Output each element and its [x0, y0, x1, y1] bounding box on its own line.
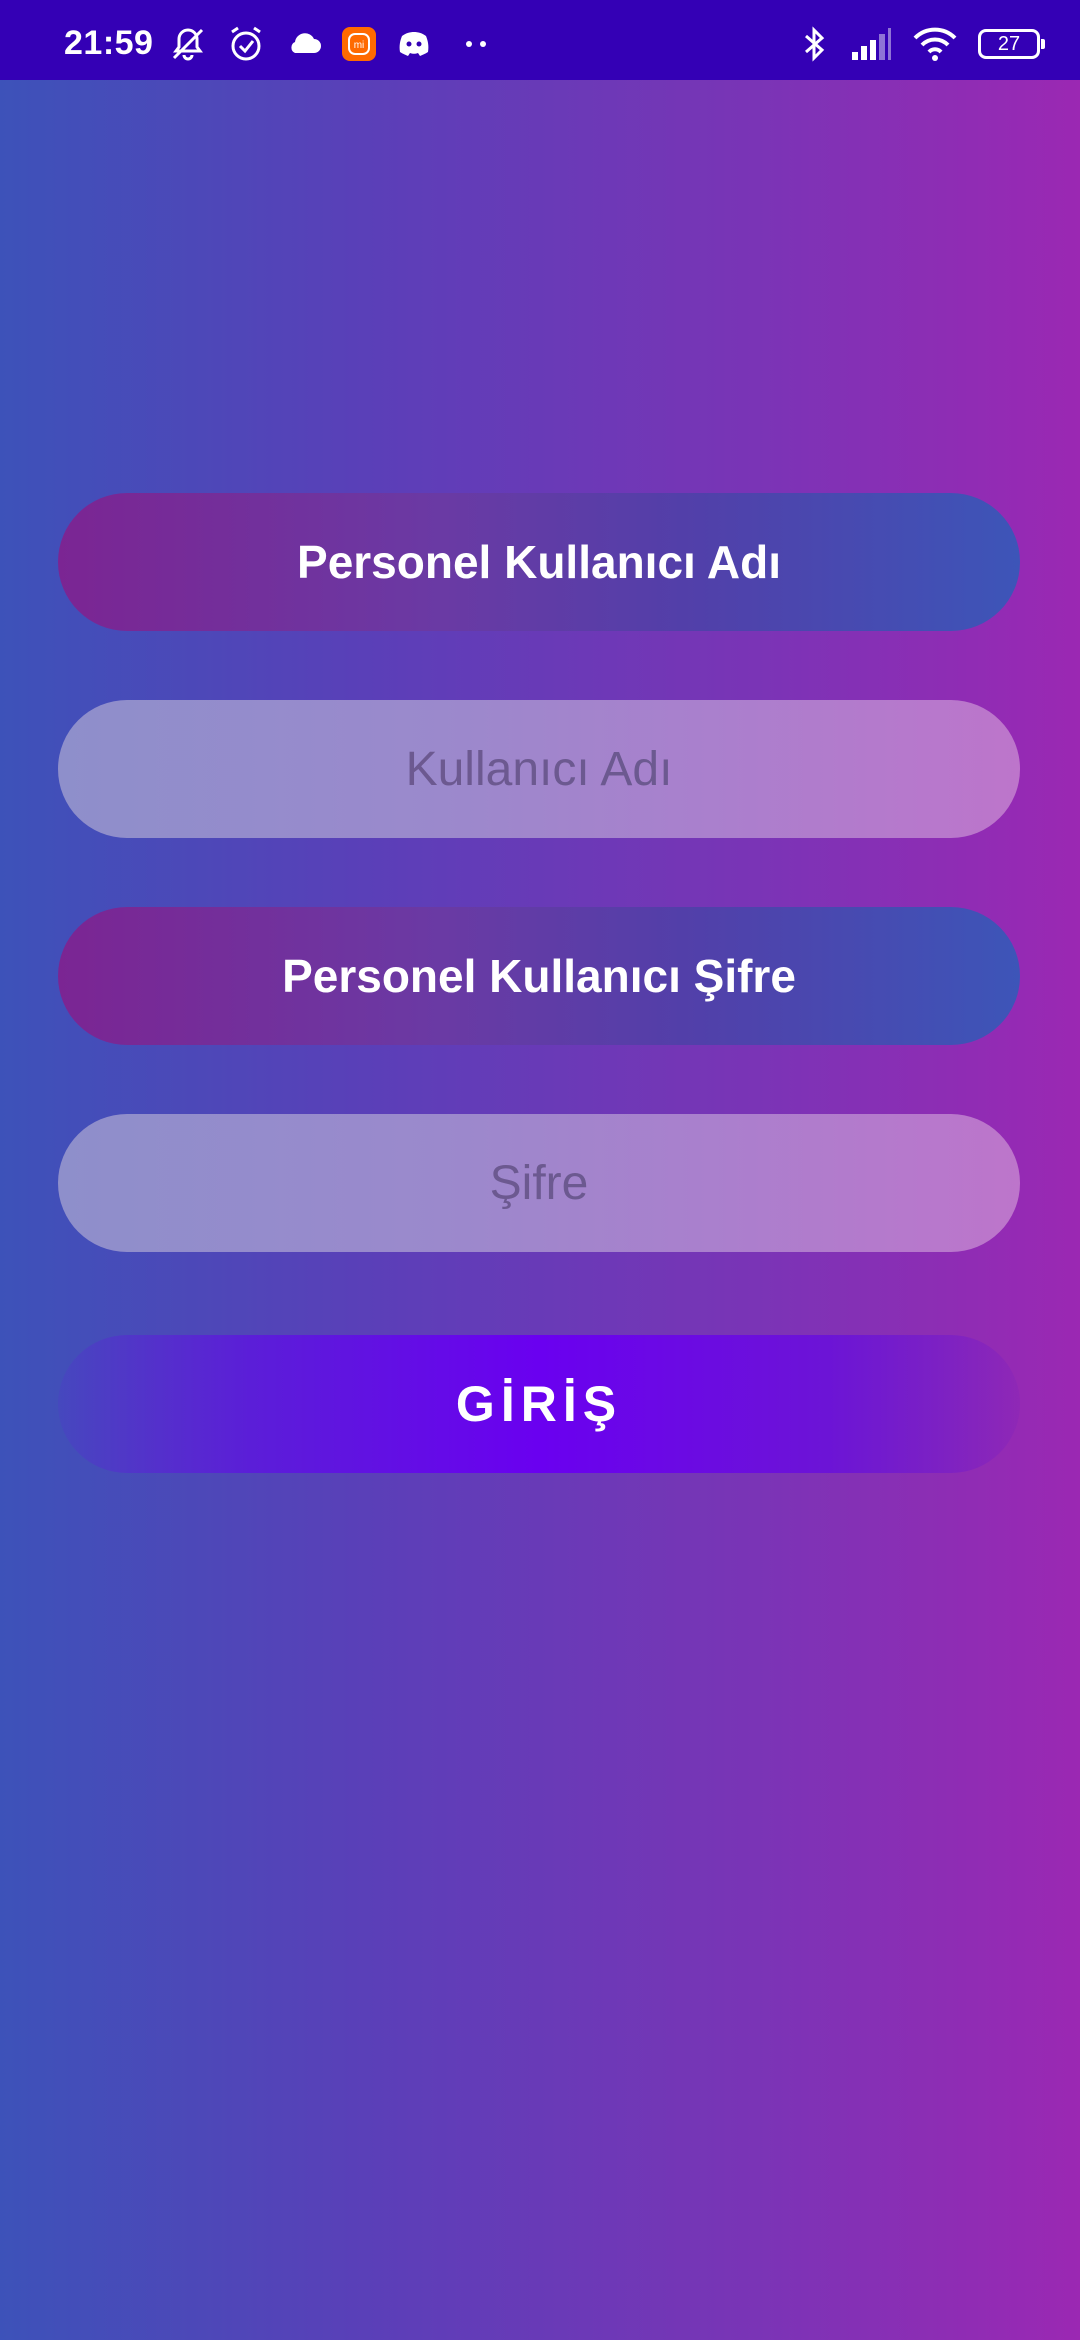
system-icons: 27: [798, 24, 1045, 64]
battery-icon: 27: [978, 29, 1045, 59]
login-button[interactable]: GİRİŞ: [58, 1335, 1020, 1473]
password-label: Personel Kullanıcı Şifre: [58, 907, 1020, 1045]
username-input[interactable]: [58, 700, 1020, 838]
mi-badge-text: mi: [354, 40, 365, 51]
status-time: 21:59: [64, 24, 154, 62]
bluetooth-icon: [798, 24, 830, 64]
signal-icon: [850, 24, 892, 64]
alarm-icon: [226, 24, 266, 64]
discord-icon: [394, 24, 434, 64]
notification-icons: mi: [168, 24, 486, 64]
wifi-icon: [912, 24, 958, 64]
muted-bell-icon: [168, 24, 208, 64]
mi-app-icon: mi: [342, 27, 376, 61]
cloud-icon: [284, 24, 324, 64]
username-label: Personel Kullanıcı Adı: [58, 493, 1020, 631]
more-dots-icon: [466, 41, 486, 47]
password-input[interactable]: [58, 1114, 1020, 1252]
status-bar: 21:59 mi 27: [0, 0, 1080, 80]
